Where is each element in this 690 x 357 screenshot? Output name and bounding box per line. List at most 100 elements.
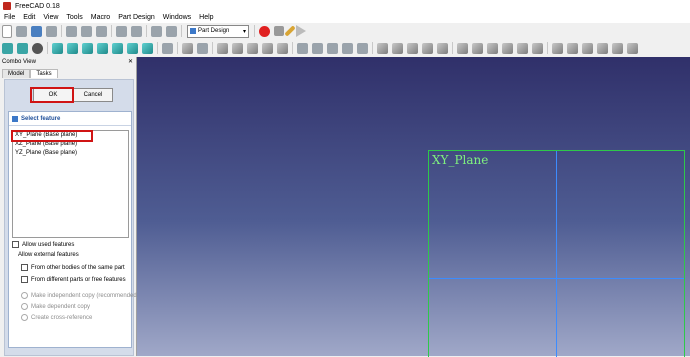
list-item-xy-plane[interactable]: XY_Plane (Base plane) bbox=[13, 131, 128, 140]
menu-part-design[interactable]: Part Design bbox=[114, 14, 159, 21]
close-icon[interactable]: ✕ bbox=[128, 57, 133, 67]
isometric-view-icon[interactable] bbox=[52, 42, 63, 54]
groove-icon[interactable] bbox=[487, 42, 498, 54]
3d-viewport[interactable]: XY_Plane bbox=[137, 57, 690, 357]
right-view-icon[interactable] bbox=[97, 42, 108, 54]
menu-help[interactable]: Help bbox=[195, 14, 217, 21]
shape-binder-icon[interactable] bbox=[262, 42, 273, 54]
toolbar-separator bbox=[181, 25, 182, 37]
menu-tools[interactable]: Tools bbox=[62, 14, 86, 21]
pocket-icon[interactable] bbox=[457, 42, 468, 54]
independent-copy-option[interactable]: Make independent copy (recommended) bbox=[21, 292, 139, 299]
independent-copy-radio[interactable] bbox=[21, 292, 28, 299]
top-view-icon[interactable] bbox=[82, 42, 93, 54]
additive-primitive-icon[interactable] bbox=[437, 42, 448, 54]
from-other-bodies-checkbox[interactable] bbox=[21, 264, 28, 271]
dependent-copy-option[interactable]: Make dependent copy bbox=[21, 303, 90, 310]
workbench-selector[interactable]: Part Design ▾ bbox=[187, 24, 249, 38]
chamfer-icon[interactable] bbox=[627, 42, 638, 54]
fit-all-icon[interactable] bbox=[2, 42, 13, 54]
stop-macro-icon[interactable] bbox=[274, 26, 284, 36]
subtractive-loft-icon[interactable] bbox=[502, 42, 513, 54]
from-different-parts-checkbox[interactable] bbox=[21, 276, 28, 283]
menu-edit[interactable]: Edit bbox=[19, 14, 39, 21]
loft-icon[interactable] bbox=[407, 42, 418, 54]
subtractive-primitive-icon[interactable] bbox=[532, 42, 543, 54]
print-icon[interactable] bbox=[46, 25, 57, 37]
whats-this-icon[interactable] bbox=[166, 25, 177, 37]
undo-icon[interactable] bbox=[116, 25, 127, 37]
menu-macro[interactable]: Macro bbox=[87, 14, 114, 21]
local-coordinate-system-icon[interactable] bbox=[342, 42, 353, 54]
toolbar-separator bbox=[372, 42, 373, 54]
y-axis-line bbox=[556, 151, 557, 357]
group-icon[interactable] bbox=[197, 42, 208, 54]
menu-view[interactable]: View bbox=[39, 14, 62, 21]
toolbar-separator bbox=[61, 25, 62, 37]
part-icon[interactable] bbox=[182, 42, 193, 54]
chevron-down-icon: ▾ bbox=[242, 28, 246, 35]
multi-transform-icon[interactable] bbox=[597, 42, 608, 54]
from-different-parts-label: From different parts or free features bbox=[31, 276, 126, 283]
open-icon[interactable] bbox=[16, 25, 27, 37]
datum-plane-icon[interactable] bbox=[327, 42, 338, 54]
menu-file[interactable]: File bbox=[0, 14, 19, 21]
front-view-icon[interactable] bbox=[67, 42, 78, 54]
hole-icon[interactable] bbox=[472, 42, 483, 54]
dialog-button-row: OK Cancel bbox=[5, 88, 133, 102]
from-different-parts-option[interactable]: From different parts or free features bbox=[21, 276, 126, 283]
from-other-bodies-option[interactable]: From other bodies of the same part bbox=[21, 264, 125, 271]
cross-reference-radio[interactable] bbox=[21, 314, 28, 321]
draw-style-icon[interactable] bbox=[32, 42, 43, 54]
body-icon[interactable] bbox=[217, 42, 228, 54]
allow-used-features-option[interactable]: Allow used features bbox=[12, 241, 74, 248]
dependent-copy-radio[interactable] bbox=[21, 303, 28, 310]
linear-pattern-icon[interactable] bbox=[567, 42, 578, 54]
cancel-button[interactable]: Cancel bbox=[73, 88, 113, 102]
validate-sketch-icon[interactable] bbox=[247, 42, 258, 54]
datum-line-icon[interactable] bbox=[312, 42, 323, 54]
new-document-icon[interactable] bbox=[2, 24, 12, 38]
allow-external-label-row: Allow external features bbox=[18, 252, 79, 258]
fit-selection-icon[interactable] bbox=[17, 42, 28, 54]
cross-reference-option[interactable]: Create cross-reference bbox=[21, 314, 92, 321]
fillet-icon[interactable] bbox=[612, 42, 623, 54]
edit-macro-icon[interactable] bbox=[284, 25, 296, 37]
cut-icon[interactable] bbox=[66, 25, 77, 37]
mirrored-icon[interactable] bbox=[552, 42, 563, 54]
save-icon[interactable] bbox=[31, 25, 42, 37]
pipe-icon[interactable] bbox=[422, 42, 433, 54]
pad-icon[interactable] bbox=[377, 42, 388, 54]
polar-pattern-icon[interactable] bbox=[582, 42, 593, 54]
datum-point-icon[interactable] bbox=[297, 42, 308, 54]
execute-macro-icon[interactable] bbox=[296, 25, 306, 37]
toolbar-separator bbox=[177, 42, 178, 54]
refresh-icon[interactable] bbox=[151, 25, 162, 37]
independent-copy-label: Make independent copy (recommended) bbox=[31, 292, 139, 299]
menu-windows[interactable]: Windows bbox=[159, 14, 195, 21]
list-item-xz-plane[interactable]: XZ_Plane (Base plane) bbox=[13, 140, 128, 149]
paste-icon[interactable] bbox=[96, 25, 107, 37]
sketch-icon[interactable] bbox=[232, 42, 243, 54]
subtractive-pipe-icon[interactable] bbox=[517, 42, 528, 54]
toolbar-separator bbox=[212, 42, 213, 54]
clone-icon[interactable] bbox=[277, 42, 288, 54]
record-macro-icon[interactable] bbox=[259, 25, 270, 37]
sub-shape-binder-icon[interactable] bbox=[357, 42, 368, 54]
measure-distance-icon[interactable] bbox=[162, 42, 173, 54]
list-item-yz-plane[interactable]: YZ_Plane (Base plane) bbox=[13, 149, 128, 158]
revolution-icon[interactable] bbox=[392, 42, 403, 54]
bottom-view-icon[interactable] bbox=[127, 42, 138, 54]
tab-tasks[interactable]: Tasks bbox=[30, 69, 58, 78]
left-view-icon[interactable] bbox=[142, 42, 153, 54]
redo-icon[interactable] bbox=[131, 25, 142, 37]
combo-view-title-text: Combo View bbox=[2, 59, 36, 65]
copy-icon[interactable] bbox=[81, 25, 92, 37]
tab-model[interactable]: Model bbox=[2, 69, 31, 78]
feature-list[interactable]: XY_Plane (Base plane) XZ_Plane (Base pla… bbox=[11, 130, 129, 238]
xy-plane-outline[interactable]: XY_Plane bbox=[428, 150, 685, 357]
window-title: FreeCAD 0.18 bbox=[15, 2, 60, 10]
ok-button[interactable]: OK bbox=[33, 88, 73, 102]
rear-view-icon[interactable] bbox=[112, 42, 123, 54]
allow-used-checkbox[interactable] bbox=[12, 241, 19, 248]
